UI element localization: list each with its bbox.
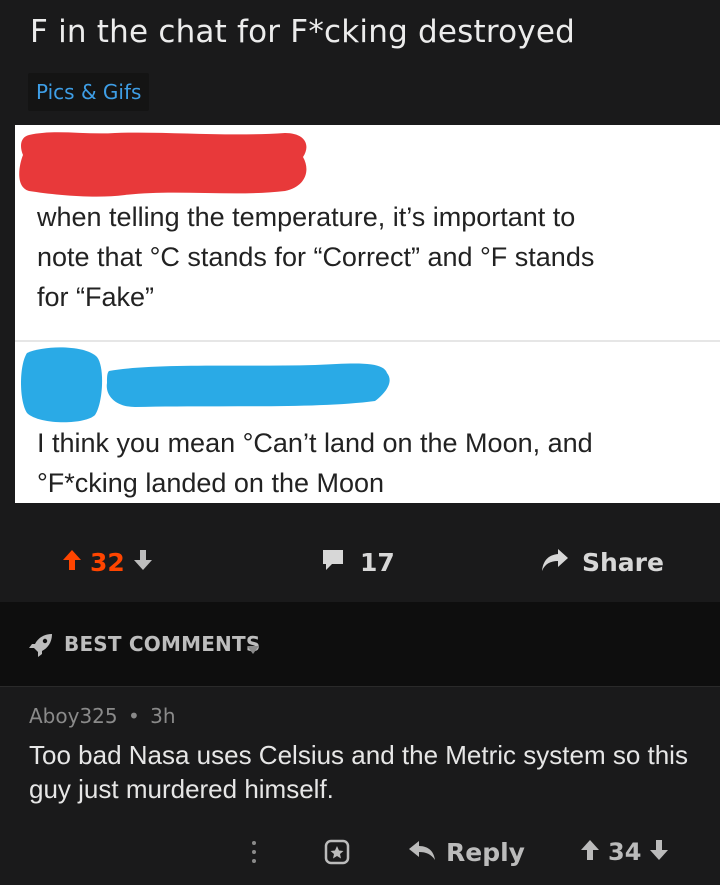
tweet-text-line: I think you mean °Can’t land on the Moon… — [37, 428, 593, 458]
tweet-text-line: °F*cking landed on the Moon — [37, 468, 385, 498]
comment-score: 34 — [608, 838, 642, 866]
reply-button[interactable]: Reply — [408, 826, 525, 878]
comments-button[interactable]: 17 — [320, 532, 395, 592]
downvote-icon[interactable] — [649, 838, 669, 866]
comment-action-bar: Reply 34 — [0, 826, 720, 878]
comment-body: Too bad Nasa uses Celsius and the Metric… — [29, 740, 688, 804]
post-score: 32 — [90, 547, 125, 577]
share-label: Share — [582, 547, 664, 577]
post-flair[interactable]: Pics & Gifs — [28, 73, 150, 111]
redaction-mark-bottom — [21, 347, 390, 423]
more-options-icon[interactable] — [250, 826, 258, 878]
sort-dropdown[interactable]: BEST COMMENTS — [64, 632, 260, 656]
comment-author[interactable]: Aboy325 — [29, 704, 118, 728]
post-vote-group: 32 — [62, 532, 153, 592]
comments-count: 17 — [360, 547, 395, 577]
rocket-icon — [28, 632, 54, 662]
share-arrow-icon — [540, 547, 570, 577]
comment-meta: Aboy325 • 3h — [29, 704, 176, 728]
comment-bubble-icon — [320, 547, 346, 577]
tweet-text-line: when telling the temperature, it’s impor… — [37, 202, 576, 232]
tweet-text-line: for “Fake” — [37, 282, 155, 312]
share-button[interactable]: Share — [540, 532, 664, 592]
upvote-icon[interactable] — [62, 548, 82, 576]
award-icon[interactable] — [323, 826, 351, 878]
meta-separator: • — [127, 704, 140, 728]
upvote-icon[interactable] — [580, 838, 600, 866]
post-title: F in the chat for F*cking destroyed — [30, 14, 576, 50]
post-image[interactable]: when telling the temperature, it’s impor… — [15, 125, 720, 503]
tweet-divider — [15, 340, 720, 342]
reply-label: Reply — [446, 837, 525, 867]
reply-arrow-icon — [408, 838, 436, 866]
downvote-icon[interactable] — [133, 548, 153, 576]
post-action-bar: 32 17 Share — [0, 532, 720, 592]
comment-age: 3h — [150, 704, 176, 728]
comments-section-header: BEST COMMENTS — [0, 602, 720, 687]
tweet-text-line: note that °C stands for “Correct” and °F… — [37, 242, 595, 272]
chevron-down-icon[interactable] — [246, 640, 260, 659]
redaction-mark-top — [19, 132, 307, 197]
comment-vote-group: 34 — [580, 826, 669, 878]
